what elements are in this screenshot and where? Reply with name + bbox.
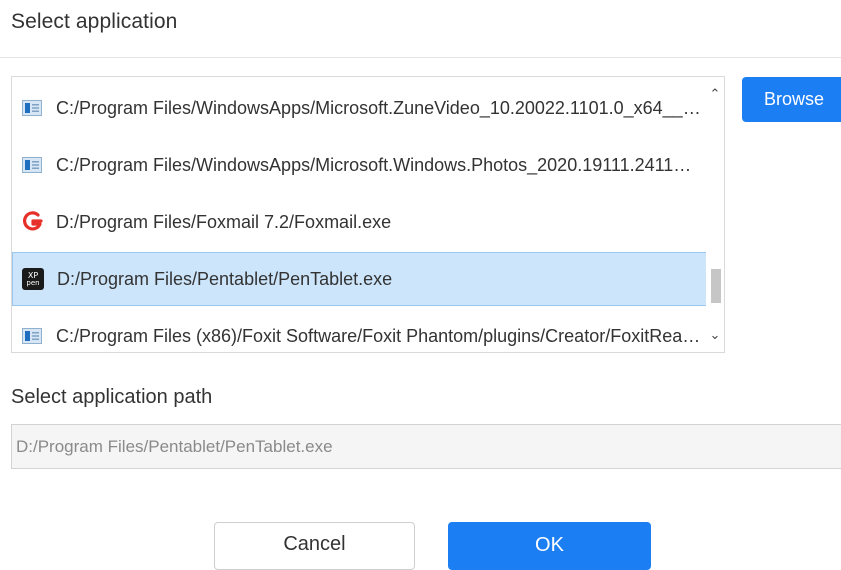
scroll-up-button[interactable]: ⌃ — [706, 83, 724, 105]
scrollbar-thumb[interactable] — [711, 269, 721, 303]
ok-button-label: OK — [535, 533, 564, 556]
xp-pen-icon: XP pen — [22, 268, 44, 290]
application-path-text: C:/Program Files/WindowsApps/Microsoft.Z… — [56, 97, 701, 118]
application-path-input[interactable] — [11, 424, 841, 469]
app-window-icon — [21, 97, 43, 119]
scroll-down-button[interactable]: ⌄ — [706, 324, 724, 346]
application-list[interactable]: C:/Program Files/WindowsApps/Microsoft.Z… — [11, 76, 725, 353]
foxmail-icon — [21, 211, 43, 233]
application-list-item[interactable]: XP pen D:/Program Files/Pentablet/PenTable… — [12, 252, 707, 306]
vertical-scrollbar[interactable]: ⌃ ⌄ — [706, 77, 724, 352]
application-list-item[interactable]: C:/Program Files (x86)/Foxit Software/Fo… — [12, 309, 707, 352]
application-list-item[interactable]: C:/Program Files/WindowsApps/Microsoft.Z… — [12, 81, 707, 135]
app-window-icon — [21, 325, 43, 347]
divider — [0, 57, 841, 58]
cancel-button[interactable]: Cancel — [214, 522, 415, 570]
browse-button[interactable]: Browse — [742, 77, 841, 122]
heading-select-application: Select application — [11, 10, 178, 33]
application-path-text: C:/Program Files/WindowsApps/Microsoft.W… — [56, 154, 701, 175]
cancel-button-label: Cancel — [283, 533, 346, 555]
application-path-label: Select application path — [11, 386, 213, 408]
application-list-item[interactable]: D:/Program Files/Foxmail 7.2/Foxmail.exe — [12, 195, 707, 249]
app-window-icon — [21, 154, 43, 176]
application-path-text: D:/Program Files/Foxmail 7.2/Foxmail.exe — [56, 211, 392, 232]
ok-button[interactable]: OK — [448, 522, 651, 570]
application-path-text: C:/Program Files (x86)/Foxit Software/Fo… — [56, 325, 701, 346]
application-list-item[interactable]: C:/Program Files/WindowsApps/Microsoft.W… — [12, 138, 707, 192]
application-path-text: D:/Program Files/Pentablet/PenTablet.exe — [57, 268, 393, 289]
